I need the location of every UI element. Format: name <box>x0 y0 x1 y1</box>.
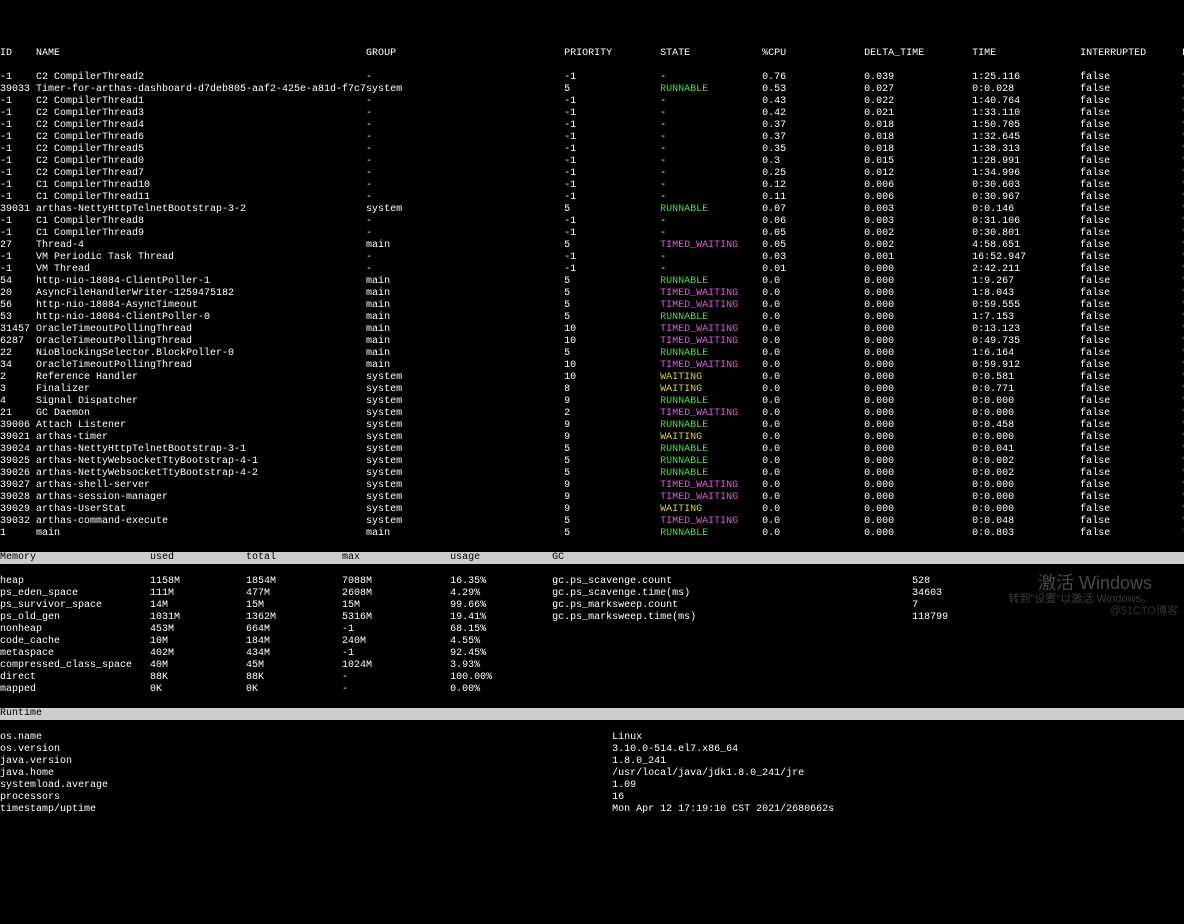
thread-row[interactable]: -1 C2 CompilerThread7 - -1 - 0.25 0.012 … <box>0 168 1184 180</box>
thread-row[interactable]: 39032 arthas-command-execute system 5 TI… <box>0 516 1184 528</box>
thread-row[interactable]: -1 C2 CompilerThread4 - -1 - 0.37 0.018 … <box>0 120 1184 132</box>
thread-table-header: ID NAME GROUP PRIORITY STATE %CPU DELTA_… <box>0 48 1184 60</box>
thread-row[interactable]: 39024 arthas-NettyHttpTelnetBootstrap-3-… <box>0 444 1184 456</box>
thread-row[interactable]: -1 VM Thread - -1 - 0.01 0.000 2:42.211 … <box>0 264 1184 276</box>
memory-row: compressed_class_space 40M 45M 1024M 3.9… <box>0 660 1184 672</box>
memory-section-header: Memory used total max usage GC <box>0 552 1184 564</box>
thread-row[interactable]: 39021 arthas-timer system 9 WAITING 0.0 … <box>0 432 1184 444</box>
thread-row[interactable]: 4 Signal Dispatcher system 9 RUNNABLE 0.… <box>0 396 1184 408</box>
thread-row[interactable]: 53 http-nio-18084-ClientPoller-0 main 5 … <box>0 312 1184 324</box>
thread-row[interactable]: -1 C2 CompilerThread2 - -1 - 0.76 0.039 … <box>0 72 1184 84</box>
thread-row[interactable]: 34 OracleTimeoutPollingThread main 10 TI… <box>0 360 1184 372</box>
thread-row[interactable]: 2 Reference Handler system 10 WAITING 0.… <box>0 372 1184 384</box>
thread-row[interactable]: 3 Finalizer system 8 WAITING 0.0 0.000 0… <box>0 384 1184 396</box>
thread-row[interactable]: 31457 OracleTimeoutPollingThread main 10… <box>0 324 1184 336</box>
thread-row[interactable]: 39025 arthas-NettyWebsocketTtyBootstrap-… <box>0 456 1184 468</box>
thread-row[interactable]: 20 AsyncFileHandlerWriter-1259475182 mai… <box>0 288 1184 300</box>
thread-row[interactable]: -1 VM Periodic Task Thread - -1 - 0.03 0… <box>0 252 1184 264</box>
memory-row: ps_eden_space 111M 477M 2608M 4.29% gc.p… <box>0 588 1184 600</box>
thread-row[interactable]: -1 C1 CompilerThread10 - -1 - 0.12 0.006… <box>0 180 1184 192</box>
thread-row[interactable]: -1 C2 CompilerThread3 - -1 - 0.42 0.021 … <box>0 108 1184 120</box>
thread-row[interactable]: 6287 OracleTimeoutPollingThread main 10 … <box>0 336 1184 348</box>
thread-row[interactable]: -1 C2 CompilerThread1 - -1 - 0.43 0.022 … <box>0 96 1184 108</box>
runtime-table: os.name Linux os.version <box>0 732 1184 816</box>
thread-table[interactable]: -1 C2 CompilerThread2 - -1 - 0.76 0.039 … <box>0 72 1184 540</box>
thread-row[interactable]: 21 GC Daemon system 2 TIMED_WAITING 0.0 … <box>0 408 1184 420</box>
runtime-row: processors 16 <box>0 792 1184 804</box>
thread-row[interactable]: 1 main main 5 RUNNABLE 0.0 0.000 0:0.803… <box>0 528 1184 540</box>
runtime-row: timestamp/uptime Mon Apr 12 17:19:10 CST… <box>0 804 1184 816</box>
thread-row[interactable]: 56 http-nio-18084-AsyncTimeout main 5 TI… <box>0 300 1184 312</box>
thread-row[interactable]: 39027 arthas-shell-server system 9 TIMED… <box>0 480 1184 492</box>
thread-row[interactable]: 39029 arthas-UserStat system 9 WAITING 0… <box>0 504 1184 516</box>
thread-row[interactable]: 39031 arthas-NettyHttpTelnetBootstrap-3-… <box>0 204 1184 216</box>
thread-row[interactable]: 39028 arthas-session-manager system 9 TI… <box>0 492 1184 504</box>
memory-row: code_cache 10M 184M 240M 4.55% <box>0 636 1184 648</box>
thread-row[interactable]: 39026 arthas-NettyWebsocketTtyBootstrap-… <box>0 468 1184 480</box>
memory-row: nonheap 453M 664M -1 68.15% <box>0 624 1184 636</box>
thread-row[interactable]: -1 C2 CompilerThread6 - -1 - 0.37 0.018 … <box>0 132 1184 144</box>
memory-row: heap 1158M 1854M 7088M 16.35% gc.ps_scav… <box>0 576 1184 588</box>
thread-row[interactable]: 27 Thread-4 main 5 TIMED_WAITING 0.05 0.… <box>0 240 1184 252</box>
memory-table: heap 1158M 1854M 7088M 16.35% gc.ps_scav… <box>0 576 1184 696</box>
memory-row: mapped 0K 0K - 0.00% <box>0 684 1184 696</box>
runtime-row: systemload.average 1.09 <box>0 780 1184 792</box>
runtime-section-header: Runtime <box>0 708 1184 720</box>
thread-row[interactable]: -1 C1 CompilerThread8 - -1 - 0.06 0.003 … <box>0 216 1184 228</box>
thread-row[interactable]: -1 C1 CompilerThread9 - -1 - 0.05 0.002 … <box>0 228 1184 240</box>
thread-row[interactable]: -1 C1 CompilerThread11 - -1 - 0.11 0.006… <box>0 192 1184 204</box>
memory-row: ps_survivor_space 14M 15M 15M 99.66% gc.… <box>0 600 1184 612</box>
memory-row: metaspace 402M 434M -1 92.45% <box>0 648 1184 660</box>
thread-row[interactable]: 22 NioBlockingSelector.BlockPoller-0 mai… <box>0 348 1184 360</box>
memory-row: ps_old_gen 1031M 1362M 5316M 19.41% gc.p… <box>0 612 1184 624</box>
thread-row[interactable]: -1 C2 CompilerThread5 - -1 - 0.35 0.018 … <box>0 144 1184 156</box>
runtime-row: os.version 3.10.0-514.el7.x86_64 <box>0 744 1184 756</box>
thread-row[interactable]: -1 C2 CompilerThread0 - -1 - 0.3 0.015 1… <box>0 156 1184 168</box>
thread-row[interactable]: 39006 Attach Listener system 9 RUNNABLE … <box>0 420 1184 432</box>
thread-row[interactable]: 39033 Timer-for-arthas-dashboard-d7deb80… <box>0 84 1184 96</box>
runtime-row: java.version 1.8.0_241 <box>0 756 1184 768</box>
runtime-row: java.home /usr/local/java/jdk1.8.0_241/j… <box>0 768 1184 780</box>
runtime-row: os.name Linux <box>0 732 1184 744</box>
memory-row: direct 88K 88K - 100.00% <box>0 672 1184 684</box>
thread-row[interactable]: 54 http-nio-18084-ClientPoller-1 main 5 … <box>0 276 1184 288</box>
